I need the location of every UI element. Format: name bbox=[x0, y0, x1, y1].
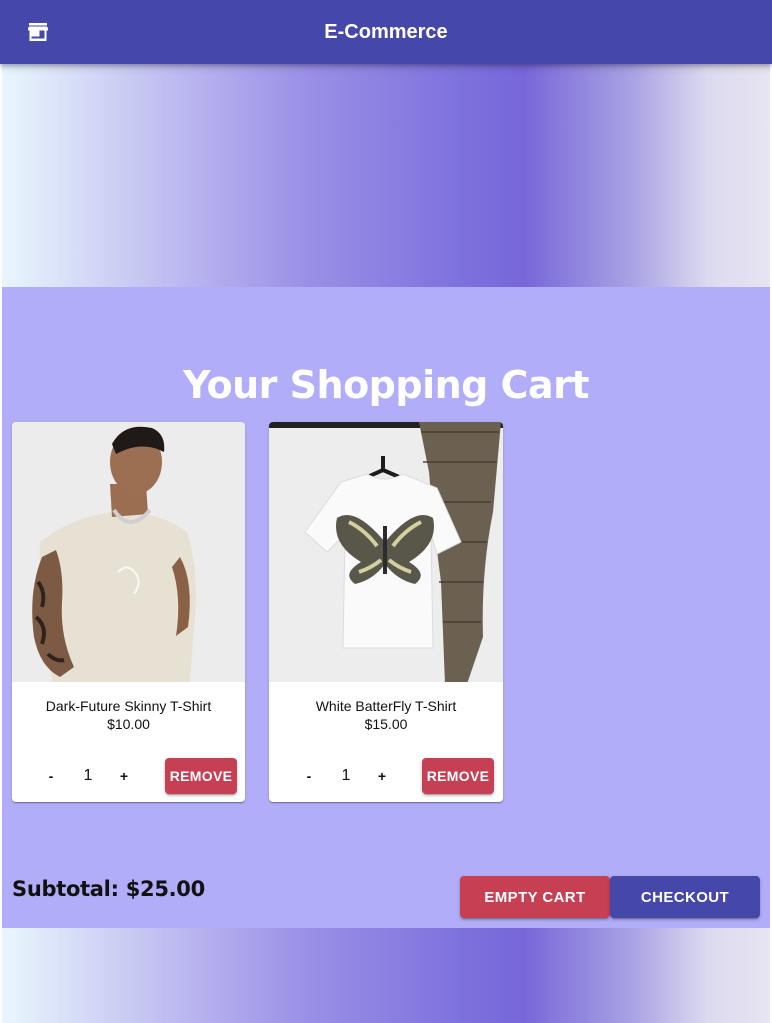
subtotal-text: Subtotal: $25.00 bbox=[12, 877, 205, 901]
cart-heading: Your Shopping Cart bbox=[182, 363, 590, 407]
decrement-button[interactable]: - bbox=[293, 758, 325, 794]
product-photo-butterfly-tshirt bbox=[269, 422, 503, 682]
product-image bbox=[269, 422, 503, 682]
product-image bbox=[12, 422, 245, 682]
hero-banner bbox=[2, 64, 770, 287]
product-info: White BatterFly T-Shirt $15.00 bbox=[269, 698, 503, 733]
product-info: Dark-Future Skinny T-Shirt $10.00 bbox=[12, 698, 245, 733]
decrement-button[interactable]: - bbox=[35, 758, 67, 794]
remove-button[interactable]: REMOVE bbox=[422, 758, 494, 794]
product-photo-man-tshirt bbox=[12, 422, 245, 682]
increment-button[interactable]: + bbox=[366, 758, 398, 794]
product-name: Dark-Future Skinny T-Shirt bbox=[45, 698, 212, 714]
cart-item-card: White BatterFly T-Shirt $15.00 - 1 + REM… bbox=[269, 422, 503, 802]
card-actions: - 1 + REMOVE bbox=[269, 758, 503, 794]
app-bar: E-Commerce bbox=[0, 0, 772, 64]
quantity-value: 1 bbox=[341, 767, 351, 784]
checkout-button[interactable]: CHECKOUT bbox=[610, 876, 760, 918]
empty-cart-button[interactable]: EMPTY CART bbox=[460, 876, 610, 918]
quantity-value: 1 bbox=[83, 767, 93, 784]
cart-item-card: Dark-Future Skinny T-Shirt $10.00 - 1 + … bbox=[12, 422, 245, 802]
footer-banner bbox=[2, 928, 770, 1023]
remove-button[interactable]: REMOVE bbox=[165, 758, 237, 794]
increment-button[interactable]: + bbox=[108, 758, 140, 794]
product-price: $10.00 bbox=[107, 716, 150, 732]
app-title: E-Commerce bbox=[324, 21, 448, 43]
card-actions: - 1 + REMOVE bbox=[12, 758, 245, 794]
cart-section: Your Shopping Cart Dark-Future Skinny T-… bbox=[2, 287, 770, 928]
product-name: White BatterFly T-Shirt bbox=[315, 698, 457, 714]
product-price: $15.00 bbox=[364, 716, 408, 732]
